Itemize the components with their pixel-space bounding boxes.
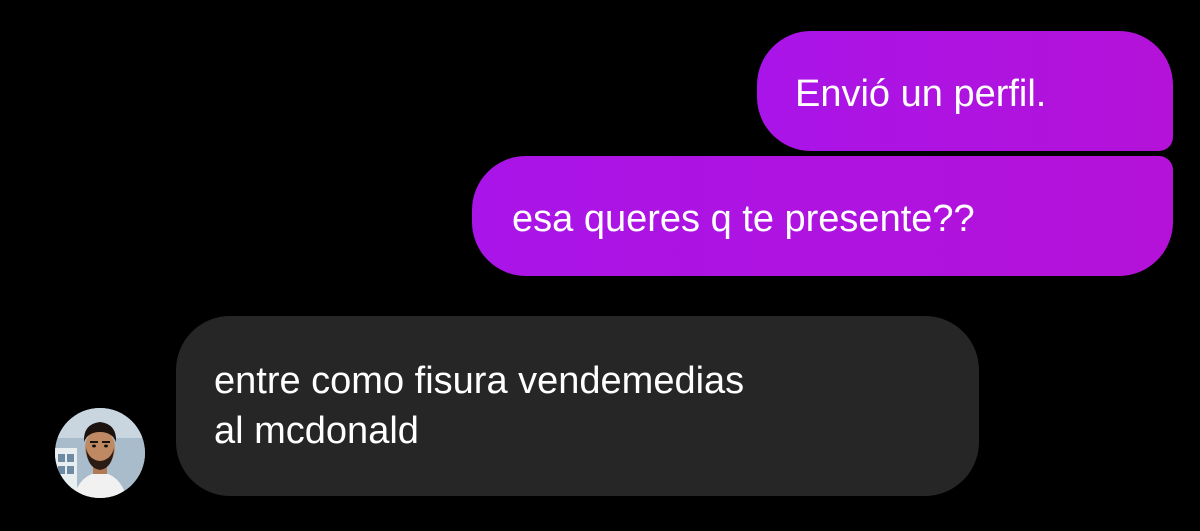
contact-avatar[interactable] <box>55 408 145 498</box>
outgoing-message[interactable]: esa queres q te presente?? <box>472 156 1173 276</box>
incoming-message-line: al mcdonald <box>214 410 419 452</box>
incoming-message[interactable]: entre como fisura vendemedias al mcdonal… <box>176 316 979 496</box>
chat-thread: Envió un perfil. esa queres q te present… <box>0 0 1200 531</box>
outgoing-message-shared-profile[interactable]: Envió un perfil. <box>757 31 1173 151</box>
incoming-message-line: entre como fisura vendemedias <box>214 360 745 402</box>
user-avatar-photo-icon <box>55 408 145 498</box>
